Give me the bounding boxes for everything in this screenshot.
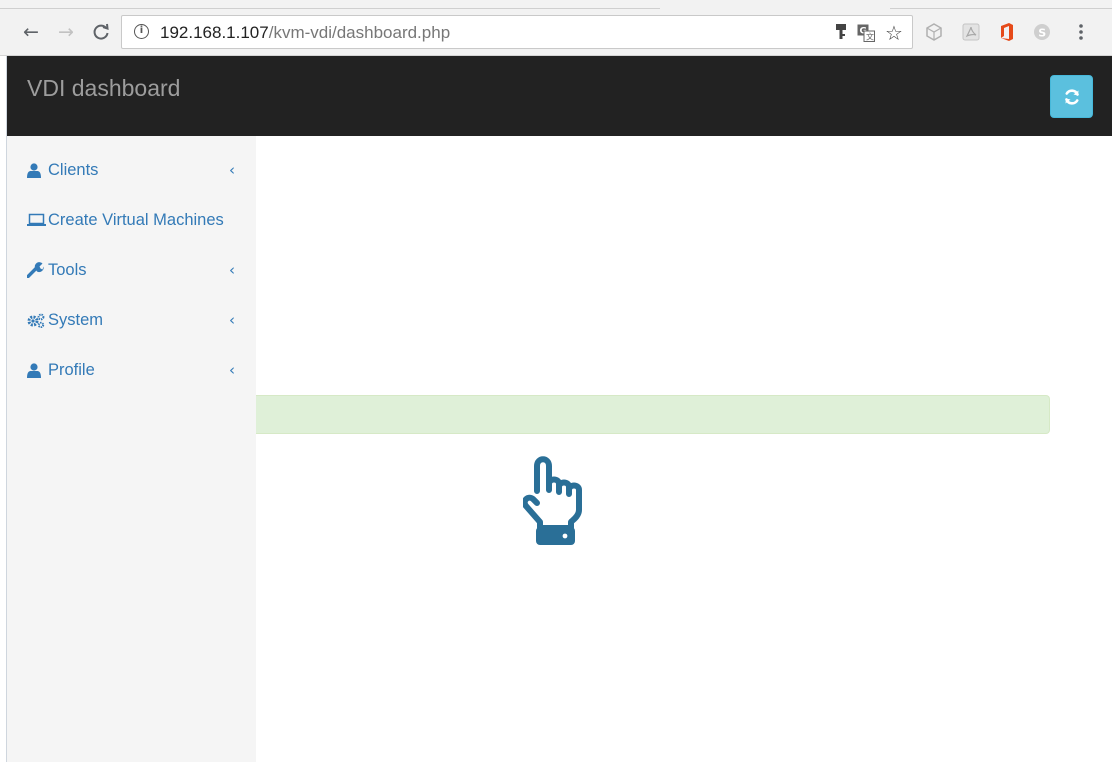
tab-strip xyxy=(0,0,1112,9)
sidebar-item-label: Profile xyxy=(48,360,95,379)
extension-cube-icon[interactable] xyxy=(925,23,943,41)
back-button[interactable]: ← xyxy=(20,21,42,43)
reload-button[interactable] xyxy=(90,21,112,43)
gears-icon xyxy=(27,312,45,328)
chevron-left-icon: ‹ xyxy=(229,361,235,379)
refresh-button[interactable] xyxy=(1050,75,1093,118)
top-navbar: VDI dashboard xyxy=(7,56,1112,136)
sidebar-item-label: Create Virtual Machines xyxy=(48,210,224,229)
pdf-extension-icon[interactable] xyxy=(962,23,980,41)
success-alert xyxy=(256,395,1050,434)
chevron-left-icon: ‹ xyxy=(229,161,235,179)
reload-icon xyxy=(93,23,109,40)
laptop-icon xyxy=(27,212,47,228)
skype-extension-icon[interactable]: S xyxy=(1033,23,1051,41)
sidebar-item-label: Tools xyxy=(48,260,87,279)
svg-text:文: 文 xyxy=(866,32,874,42)
address-bar[interactable]: i 192.168.1.107/kvm-vdi/dashboard.php G文… xyxy=(121,15,913,49)
sidebar: Clients ‹ Create Virtual Machines Tools … xyxy=(7,136,256,762)
user-icon xyxy=(27,362,45,378)
translate-icon[interactable]: G文 xyxy=(857,24,875,47)
url-host: 192.168.1.107 xyxy=(160,23,269,42)
info-icon[interactable]: i xyxy=(134,24,149,39)
chevron-left-icon: ‹ xyxy=(229,311,235,329)
sidebar-item-tools[interactable]: Tools ‹ xyxy=(7,245,256,295)
arrow-right-icon: → xyxy=(58,21,74,43)
sidebar-item-label: System xyxy=(48,310,104,329)
menu-dots-icon[interactable] xyxy=(1072,23,1090,41)
sidebar-item-label: Clients xyxy=(48,160,99,179)
hand-pointer-icon xyxy=(523,456,582,545)
sidebar-item-clients[interactable]: Clients ‹ xyxy=(7,145,256,195)
office-extension-icon[interactable] xyxy=(998,23,1016,41)
brand-title[interactable]: VDI dashboard xyxy=(27,75,180,102)
key-icon[interactable] xyxy=(835,23,847,46)
window-left-edge xyxy=(0,56,7,762)
svg-text:S: S xyxy=(1038,27,1046,40)
star-icon[interactable]: ☆ xyxy=(885,21,903,45)
user-icon xyxy=(27,162,45,178)
refresh-icon xyxy=(1064,88,1079,105)
address-url[interactable]: 192.168.1.107/kvm-vdi/dashboard.php xyxy=(160,23,450,43)
main-content xyxy=(256,136,1112,762)
wrench-icon xyxy=(27,262,45,278)
sidebar-item-create-virtual-machines[interactable]: Create Virtual Machines xyxy=(7,195,256,245)
browser-toolbar: ← → i 192.168.1.107/kvm-vdi/dashboard.ph… xyxy=(0,9,1112,56)
arrow-left-icon: ← xyxy=(23,21,39,43)
chevron-left-icon: ‹ xyxy=(229,261,235,279)
forward-button[interactable]: → xyxy=(55,21,77,43)
url-path: /kvm-vdi/dashboard.php xyxy=(268,23,451,42)
sidebar-item-profile[interactable]: Profile ‹ xyxy=(7,345,256,395)
sidebar-item-system[interactable]: System ‹ xyxy=(7,295,256,345)
